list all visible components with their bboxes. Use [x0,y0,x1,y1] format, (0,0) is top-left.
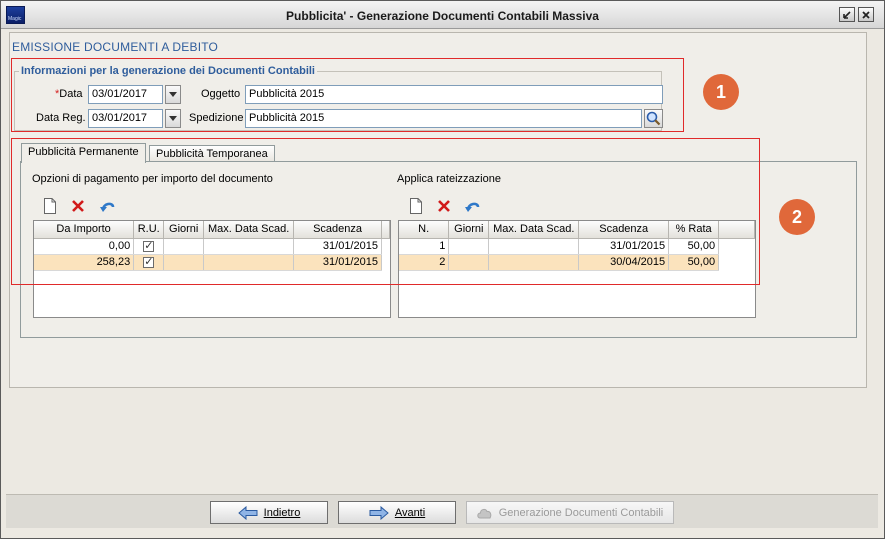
cell-n[interactable]: 1 [399,238,450,255]
grid-header-corner [718,221,755,239]
window-title: Pubblicita' - Generazione Documenti Cont… [286,9,599,23]
table-row[interactable]: 0,00 31/01/2015 [34,238,390,255]
generazione-label: Generazione Documenti Contabili [498,506,664,519]
col-da-importo[interactable]: Da Importo [34,221,135,239]
col-scadenza[interactable]: Scadenza [293,221,382,239]
spedizione-label: Spedizione [189,112,244,124]
cell-scadenza[interactable]: 31/01/2015 [293,238,382,255]
title-bar: Magic Pubblicita' - Generazione Document… [1,1,884,29]
cell-max-data[interactable] [203,238,295,255]
data-reg-label: Data Reg. [36,112,86,124]
col-giorni[interactable]: Giorni [448,221,490,239]
annotation-badge-1: 1 [703,74,739,110]
cell-da-importo[interactable]: 0,00 [34,238,135,255]
new-rata-icon[interactable] [407,197,425,215]
right-grid[interactable]: N. Giorni Max. Data Scad. Scadenza % Rat… [398,220,756,318]
oggetto-field[interactable]: Pubblicità 2015 [245,85,663,104]
search-icon [646,111,661,126]
oggetto-label: Oggetto [201,88,241,100]
section-title: EMISSIONE DOCUMENTI A DEBITO [12,40,219,54]
col-ru[interactable]: R.U. [133,221,165,239]
undo-rata-icon[interactable] [464,197,482,215]
cell-max-data[interactable] [203,254,295,271]
grid-header-corner [381,221,390,239]
info-fieldset: Informazioni per la generazione dei Docu… [14,65,663,131]
col-scadenza[interactable]: Scadenza [578,221,670,239]
new-document-icon[interactable] [41,197,59,215]
left-grid[interactable]: Da Importo R.U. Giorni Max. Data Scad. S… [33,220,391,318]
col-max-data-scad[interactable]: Max. Data Scad. [488,221,580,239]
tab-pubblicita-permanente[interactable]: Pubblicità Permanente [21,143,146,163]
cell-scadenza[interactable]: 31/01/2015 [578,238,670,255]
right-grid-label: Applica rateizzazione [397,173,501,185]
generazione-button[interactable]: Generazione Documenti Contabili [466,501,674,524]
cell-scadenza[interactable]: 31/01/2015 [293,254,382,271]
indietro-button[interactable]: Indietro [210,501,328,524]
indietro-label: Indietro [263,506,301,519]
arrow-left-icon [237,505,258,520]
avanti-label: Avanti [394,506,426,519]
cell-ru[interactable] [133,238,165,255]
cell-max-data[interactable] [488,238,580,255]
main-window: Magic Pubblicita' - Generazione Document… [0,0,885,539]
table-row-selected[interactable]: 258,23 31/01/2015 [34,254,390,271]
tab-panel: Opzioni di pagamento per importo del doc… [20,161,857,338]
cell-max-data[interactable] [488,254,580,271]
cell-n[interactable]: 2 [399,254,450,271]
close-icon[interactable] [858,7,874,22]
data-reg-field[interactable]: 03/01/2017 [88,109,163,128]
cell-giorni[interactable] [163,238,205,255]
cell-ru[interactable] [133,254,165,271]
data-field[interactable]: 03/01/2017 [88,85,163,104]
undo-icon[interactable] [99,197,117,215]
delete-icon[interactable] [69,197,87,215]
cell-giorni[interactable] [163,254,205,271]
data-dropdown-icon[interactable] [165,85,181,104]
left-grid-label: Opzioni di pagamento per importo del doc… [32,173,273,185]
col-n[interactable]: N. [399,221,450,239]
table-row-selected[interactable]: 2 30/04/2015 50,00 [399,254,755,271]
table-row[interactable]: 1 31/01/2015 50,00 [399,238,755,255]
search-button[interactable] [644,109,663,128]
annotation-badge-2: 2 [779,199,815,235]
col-rata[interactable]: % Rata [668,221,720,239]
restore-icon[interactable] [839,7,855,22]
content-area: EMISSIONE DOCUMENTI A DEBITO Informazion… [9,32,867,388]
cell-da-importo[interactable]: 258,23 [34,254,135,271]
ru-checkbox[interactable] [143,239,155,252]
cell-giorni[interactable] [448,254,490,271]
arrow-right-icon [369,505,389,520]
spedizione-field[interactable]: Pubblicità 2015 [245,109,642,128]
cell-rata[interactable]: 50,00 [668,238,720,255]
ru-checkbox[interactable] [143,255,155,268]
cell-giorni[interactable] [448,238,490,255]
cell-rata[interactable]: 50,00 [668,254,720,271]
cloud-gear-icon [477,508,492,518]
data-label-text: Data [59,88,83,100]
avanti-button[interactable]: Avanti [338,501,456,524]
data-label: *Data [55,88,83,100]
info-legend: Informazioni per la generazione dei Docu… [19,65,317,77]
col-giorni[interactable]: Giorni [163,221,205,239]
cell-scadenza[interactable]: 30/04/2015 [578,254,670,271]
col-max-data-scad[interactable]: Max. Data Scad. [203,221,295,239]
data-reg-dropdown-icon[interactable] [165,109,181,128]
delete-rata-icon[interactable] [435,197,453,215]
